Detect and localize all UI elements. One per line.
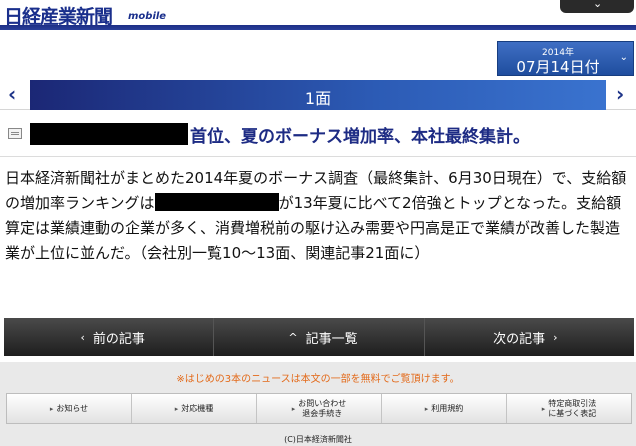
free-news-notice: ※はじめの3本のニュースは本文の一部を無料でご覧頂けます。 [176, 374, 460, 385]
footer-link-line1: お問い合わせ [298, 398, 347, 408]
prev-article-button[interactable]: ‹ 前の記事 [4, 318, 215, 356]
next-article-button[interactable]: 次の記事 › [424, 318, 634, 356]
date-selector[interactable]: 2014年 07月14日付 ⌄ [497, 41, 634, 76]
page-indicator: 1面 [30, 80, 606, 110]
triangle-right-icon: ▸ [541, 404, 546, 413]
header-divider [0, 25, 636, 30]
menu-toggle-button[interactable]: ⌄ [560, 0, 634, 13]
footer-link-label: お知らせ [56, 403, 89, 413]
chevron-left-icon[interactable]: ‹ [8, 82, 16, 106]
article-icon [8, 128, 22, 139]
footer-link-line1: 特定商取引法 [548, 398, 597, 408]
logo-subtitle: mobile [128, 11, 167, 22]
article-body: 日本経済新聞社がまとめた2014年夏のボーナス調査（最終集計、6月30日現在）で… [5, 166, 630, 266]
triangle-right-icon: ▸ [174, 404, 179, 413]
triangle-right-icon: ▸ [49, 404, 54, 413]
chevron-down-icon: ⌄ [619, 52, 628, 63]
footer-link-label: 対応機種 [181, 403, 214, 413]
footer-link-label: 利用規約 [431, 403, 464, 413]
prev-article-label: 前の記事 [92, 331, 145, 347]
chevron-right-icon: › [553, 330, 558, 344]
footer-links: ▸ お知らせ ▸ 対応機種 ▸ お問い合わせ 退会手続き ▸ 利用規約 ▸ 特定商… [6, 393, 632, 424]
page-navigation-bar: ‹ 1面 › [0, 80, 636, 110]
page-label: 1面 [304, 89, 332, 108]
article-list-button[interactable]: ^ 記事一覧 [214, 318, 425, 356]
copyright: (C)日本経済新聞社 [284, 435, 352, 444]
footer-link-contact[interactable]: ▸ お問い合わせ 退会手続き [257, 394, 382, 423]
date-day: 07月14日付 [516, 58, 600, 76]
footer-link-commerce-law[interactable]: ▸ 特定商取引法 に基づく表記 [507, 394, 631, 423]
article-navigation: ‹ 前の記事 ^ 記事一覧 次の記事 › [4, 318, 634, 356]
footer-link-notices[interactable]: ▸ お知らせ [7, 394, 132, 423]
footer-link-devices[interactable]: ▸ 対応機種 [132, 394, 257, 423]
next-article-label: 次の記事 [493, 331, 546, 347]
chevron-down-icon: ⌄ [593, 0, 603, 10]
site-header: 日経産業新聞 mobile ⌄ [0, 0, 636, 31]
triangle-right-icon: ▸ [424, 404, 429, 413]
footer-link-line2: に基づく表記 [548, 408, 597, 418]
chevron-left-icon: ‹ [80, 330, 85, 344]
chevron-up-icon: ^ [288, 330, 298, 344]
redacted-block [30, 123, 188, 145]
chevron-right-icon[interactable]: › [616, 82, 624, 106]
article-list-label: 記事一覧 [305, 331, 358, 347]
footer-link-label: 特定商取引法 に基づく表記 [548, 399, 596, 419]
redacted-block [154, 193, 279, 211]
triangle-right-icon: ▸ [291, 404, 296, 413]
footer-link-terms[interactable]: ▸ 利用規約 [382, 394, 507, 423]
footer-link-line2: 退会手続き [302, 408, 343, 418]
article-headline: 首位、夏のボーナス増加率、本社最終集計。 [190, 127, 530, 147]
footer-link-label: お問い合わせ 退会手続き [298, 399, 346, 419]
